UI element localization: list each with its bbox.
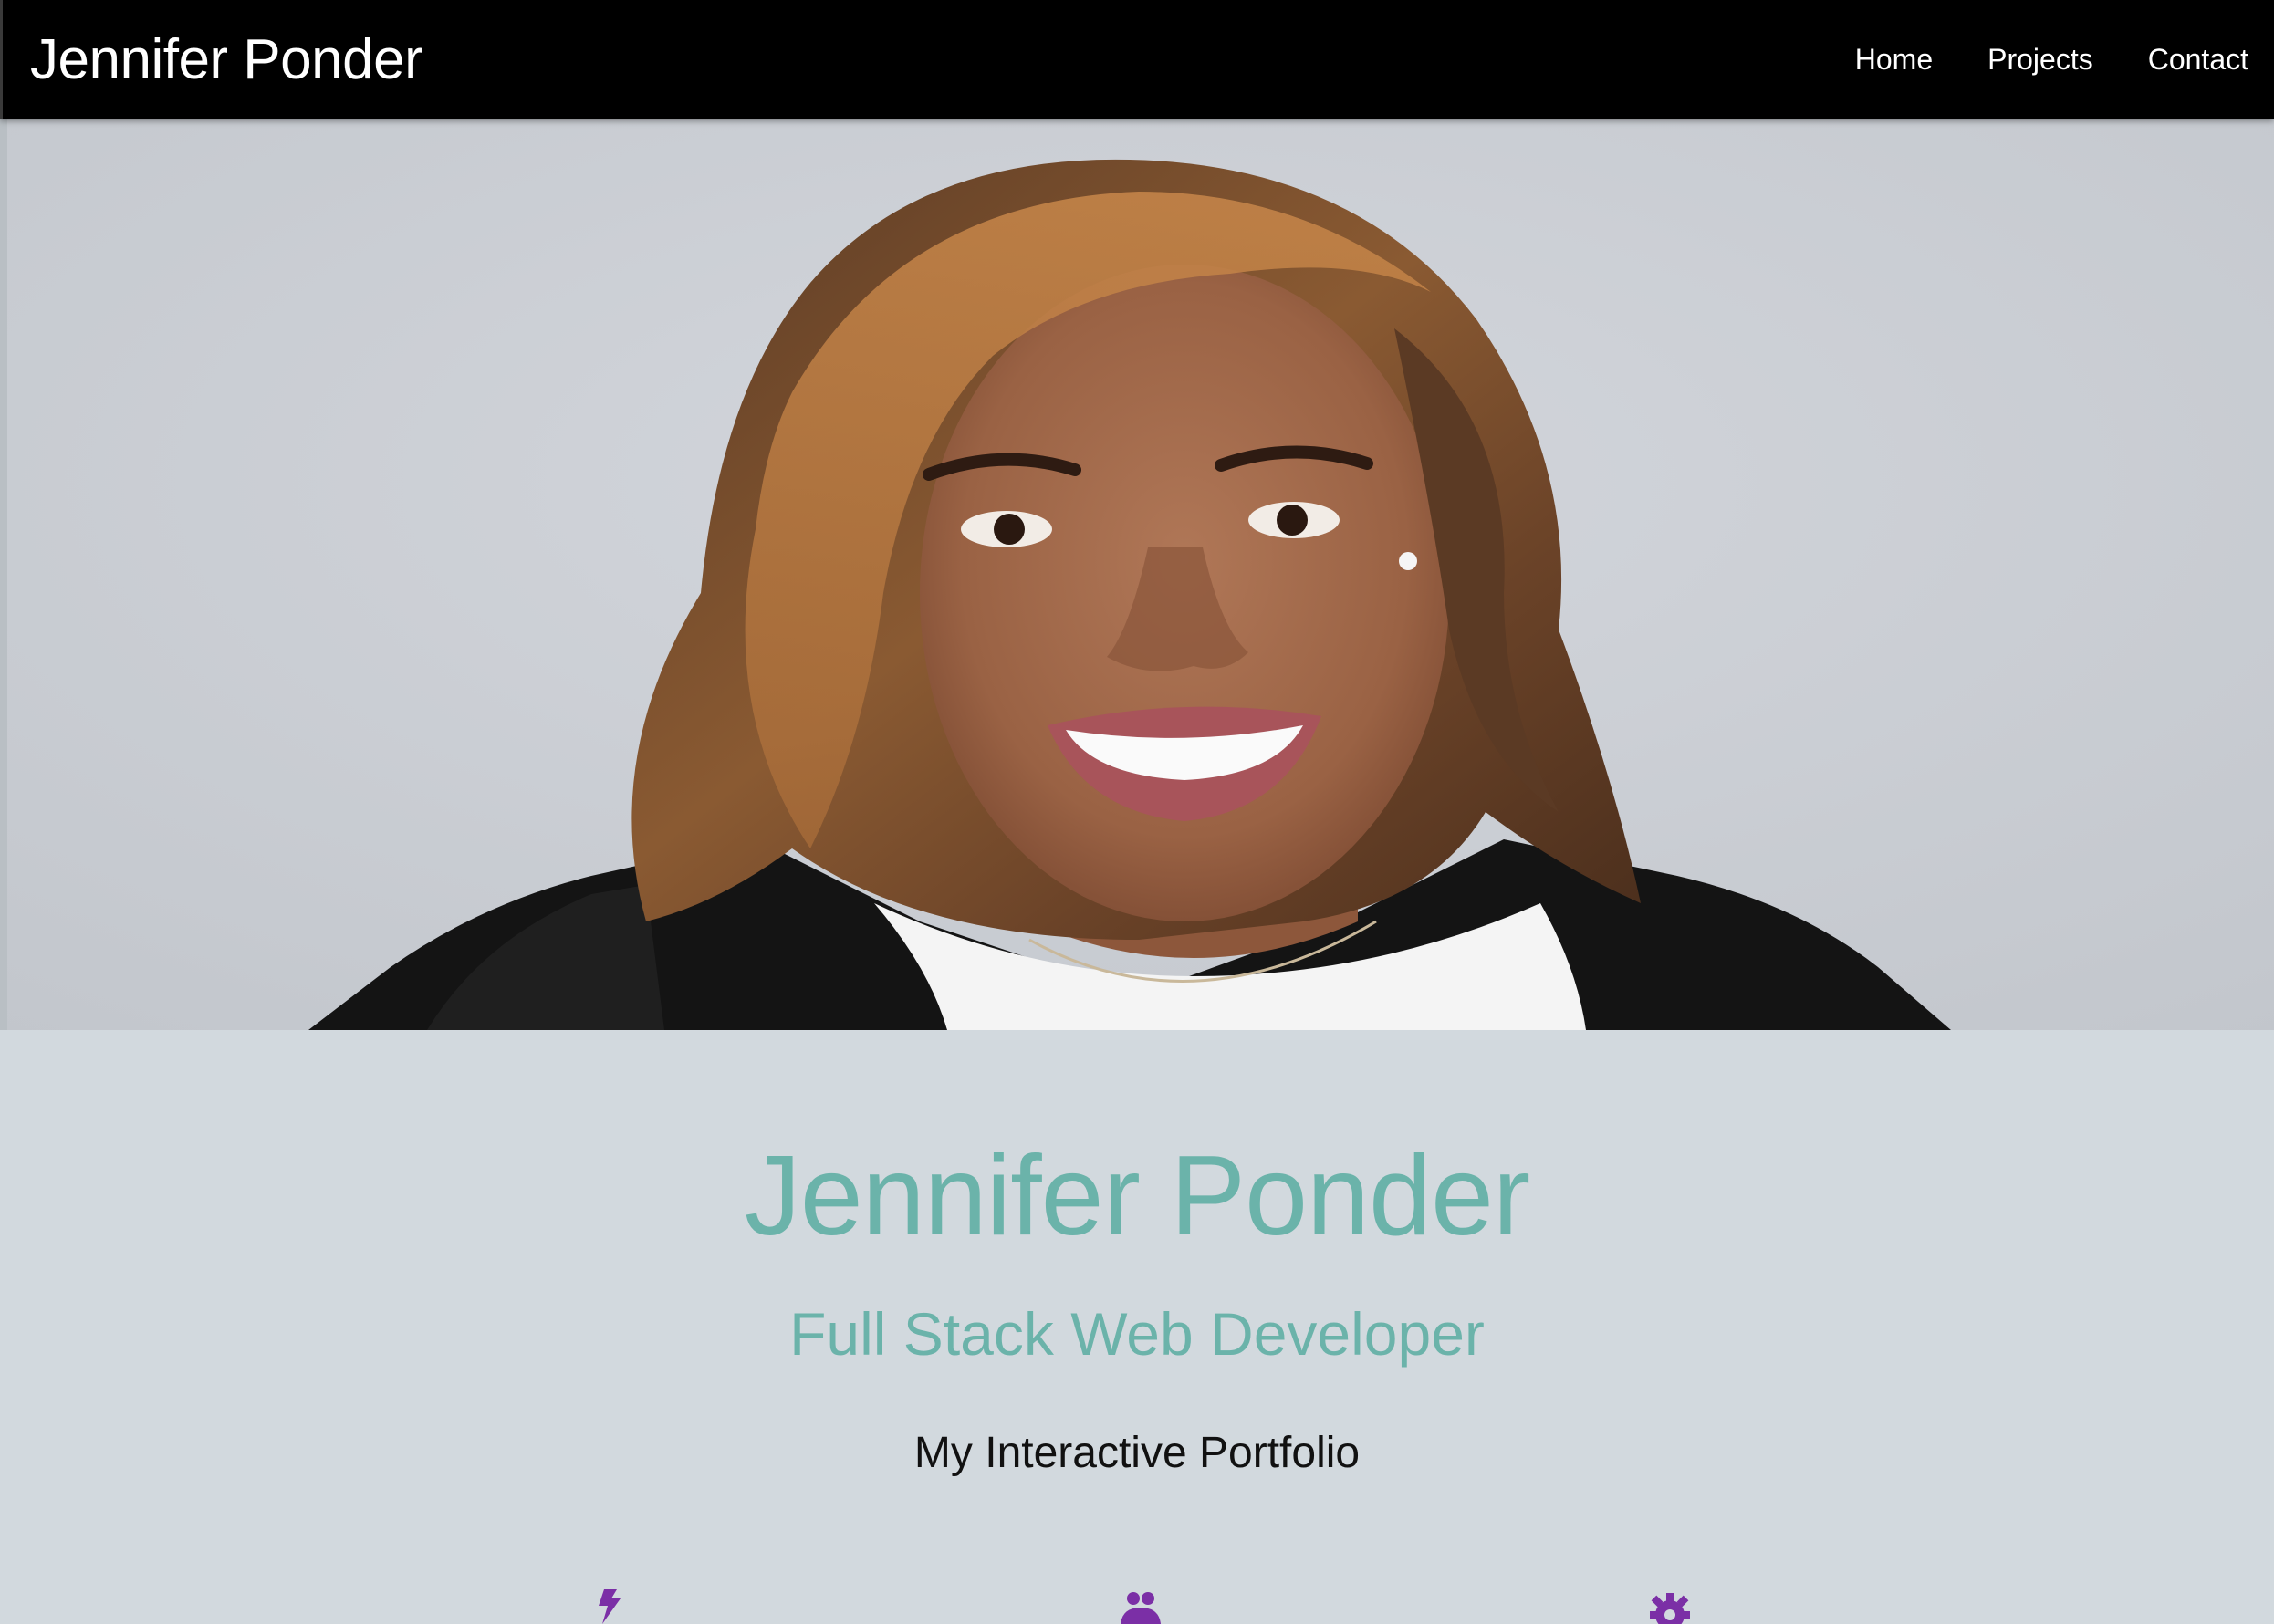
intro-name-heading: Jennifer Ponder [744,1133,1530,1259]
brand-link[interactable]: Jennifer Ponder [30,27,423,92]
gear-icon [1643,1588,1697,1624]
navbar: Jennifer Ponder Home Projects Contact [0,0,2274,119]
intro-role-heading: Full Stack Web Developer [789,1300,1485,1368]
intro-section: Jennifer Ponder Full Stack Web Developer… [0,1030,2274,1624]
nav-link-home[interactable]: Home [1855,43,1933,77]
users-icon [1113,1588,1168,1624]
nav-link-projects[interactable]: Projects [1987,43,2093,77]
hero-portrait-image [7,119,2274,1030]
nav-link-contact[interactable]: Contact [2148,43,2248,77]
bolt-icon [584,1588,639,1624]
intro-tagline: My Interactive Portfolio [913,1429,1361,1477]
nav-links: Home Projects Contact [1800,43,2248,77]
